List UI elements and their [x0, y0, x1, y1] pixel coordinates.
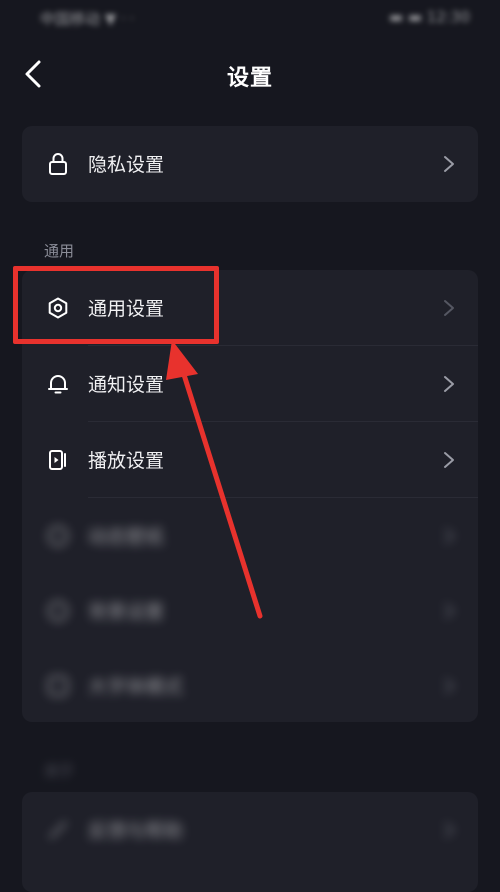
privacy-card: 隐私设置	[22, 126, 478, 202]
section-title-general: 通用	[44, 242, 75, 260]
nav-bar: 设置	[0, 44, 500, 104]
playback-settings-row[interactable]: 播放设置	[22, 422, 478, 497]
notification-settings-label: 通知设置	[88, 374, 165, 396]
carrier-text: 中国移动 ▼ ᐧ ᐧ	[40, 10, 134, 28]
about-card: 反馈与帮助	[22, 792, 478, 892]
background-settings-label: 背景设置	[88, 601, 165, 623]
bell-icon	[46, 372, 70, 396]
status-bar: 中国移动 ▼ ᐧ ᐧ ▬ ▬ 12:30	[0, 0, 500, 36]
chevron-right-icon	[444, 156, 454, 172]
section-title-about: 关于	[44, 762, 75, 780]
background-settings-row[interactable]: 背景设置	[22, 573, 478, 648]
feedback-icon	[46, 818, 70, 842]
privacy-settings-row[interactable]: 隐私设置	[22, 126, 478, 201]
notification-settings-row[interactable]: 通知设置	[22, 346, 478, 421]
wallpaper-icon	[46, 524, 70, 548]
chevron-right-icon	[444, 678, 455, 694]
feedback-row[interactable]: 反馈与帮助	[22, 792, 478, 867]
background-icon	[46, 599, 70, 623]
privacy-settings-label: 隐私设置	[88, 154, 165, 176]
chevron-right-icon	[444, 452, 454, 468]
highlight-box	[13, 266, 219, 344]
feedback-label: 反馈与帮助	[88, 820, 184, 842]
chevron-right-icon	[444, 300, 454, 316]
chevron-right-icon	[444, 603, 455, 619]
chevron-right-icon	[444, 528, 455, 544]
lock-icon	[46, 152, 70, 176]
status-time: ▬ ▬ 12:30	[388, 8, 470, 26]
chevron-right-icon	[444, 376, 454, 392]
wallpaper-row[interactable]: 动态壁纸	[22, 498, 478, 573]
play-settings-icon	[46, 448, 70, 472]
wallpaper-label: 动态壁纸	[88, 526, 165, 548]
playback-settings-label: 播放设置	[88, 450, 165, 472]
font-icon	[46, 674, 70, 698]
large-font-label: 大字体模式	[88, 676, 184, 698]
chevron-right-icon	[444, 822, 455, 838]
page-title: 设置	[226, 66, 273, 91]
large-font-row[interactable]: 大字体模式	[22, 648, 478, 723]
